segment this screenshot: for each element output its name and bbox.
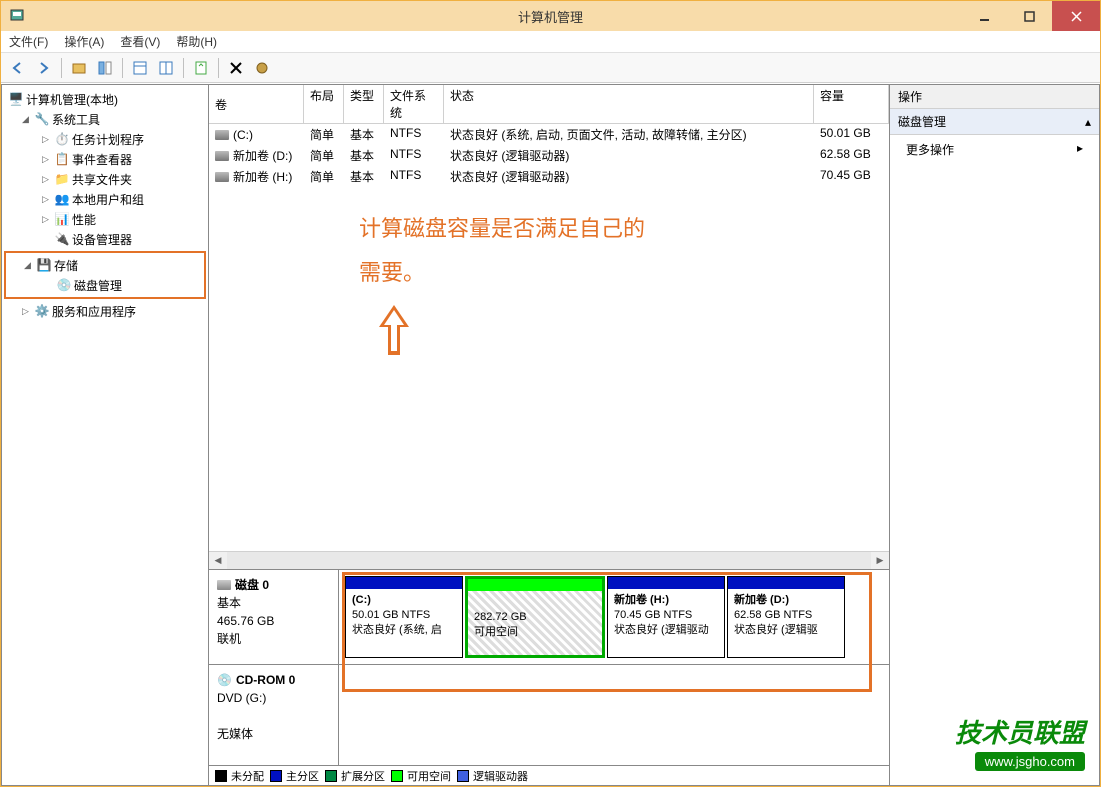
annotation-text: 计算磁盘容量是否满足自己的 需要。 (209, 187, 889, 305)
legend-extended: 扩展分区 (325, 768, 385, 784)
legend-primary: 主分区 (270, 768, 319, 784)
tree-shared[interactable]: ▷📁共享文件夹 (4, 169, 206, 189)
partition-c[interactable]: (C:) 50.01 GB NTFS 状态良好 (系统, 启 (345, 576, 463, 658)
view-button-2[interactable] (155, 57, 177, 79)
disk-icon (217, 580, 231, 590)
horizontal-scrollbar[interactable]: ◀ ▶ (209, 551, 889, 569)
disk-info[interactable]: 磁盘 0 基本 465.76 GB 联机 (209, 570, 339, 664)
partition-header (468, 579, 602, 591)
cdrom-icon: 💿 (217, 671, 232, 689)
col-volume[interactable]: 卷 (209, 85, 304, 123)
watermark-title: 技术员联盟 (955, 713, 1085, 750)
scroll-left-icon[interactable]: ◀ (209, 555, 227, 566)
cdrom-partitions (339, 665, 889, 766)
toolbar-separator (218, 58, 219, 78)
tree-eventviewer[interactable]: ▷📋事件查看器 (4, 149, 206, 169)
tree-systools[interactable]: ◢🔧系统工具 (4, 109, 206, 129)
menu-view[interactable]: 查看(V) (120, 33, 160, 50)
drive-icon (215, 130, 229, 140)
col-capacity[interactable]: 容量 (814, 85, 889, 123)
up-button[interactable] (68, 57, 90, 79)
window-controls (962, 1, 1100, 31)
cdrom-row: 💿CD-ROM 0 DVD (G:) 无媒体 (209, 665, 889, 766)
titlebar: 计算机管理 (1, 1, 1100, 31)
watermark: 技术员联盟 www.jsgho.com (955, 713, 1085, 771)
back-button[interactable] (7, 57, 29, 79)
maximize-button[interactable] (1007, 1, 1052, 31)
partition-d[interactable]: 新加卷 (D:) 62.58 GB NTFS 状态良好 (逻辑驱 (727, 576, 845, 658)
col-filesystem[interactable]: 文件系统 (384, 85, 444, 123)
tree-storage[interactable]: ◢💾存储 (6, 255, 204, 275)
annotation-arrow-icon (379, 305, 409, 355)
collapse-icon: ▴ (1085, 115, 1091, 129)
main-window: 计算机管理 文件(F) 操作(A) 查看(V) 帮助(H) 🖥️计算机管理(本地… (0, 0, 1101, 787)
main-panel: 卷 布局 类型 文件系统 状态 容量 (C:) 简单 基本 NTFS 状态良好 … (209, 84, 1100, 786)
legend-logical: 逻辑驱动器 (457, 768, 528, 784)
disk-partitions: (C:) 50.01 GB NTFS 状态良好 (系统, 启 282.72 GB (339, 570, 889, 664)
scroll-right-icon[interactable]: ▶ (871, 555, 889, 566)
tree-users[interactable]: ▷👥本地用户和组 (4, 189, 206, 209)
refresh-button[interactable] (190, 57, 212, 79)
partition-h[interactable]: 新加卷 (H:) 70.45 GB NTFS 状态良好 (逻辑驱动 (607, 576, 725, 658)
close-button[interactable] (1052, 1, 1100, 31)
tree-storage-highlight: ◢💾存储 💿磁盘管理 (4, 251, 206, 299)
col-type[interactable]: 类型 (344, 85, 384, 123)
menubar: 文件(F) 操作(A) 查看(V) 帮助(H) (1, 31, 1100, 53)
partition-header (346, 577, 462, 589)
settings-button[interactable] (251, 57, 273, 79)
legend: 未分配 主分区 扩展分区 可用空间 逻辑驱动器 (209, 765, 889, 785)
action-more[interactable]: 更多操作 ▸ (890, 135, 1099, 164)
menu-file[interactable]: 文件(F) (9, 33, 48, 50)
window-title: 计算机管理 (518, 7, 583, 26)
volume-row[interactable]: 新加卷 (H:) 简单 基本 NTFS 状态良好 (逻辑驱动器) 70.45 G… (209, 166, 889, 187)
disk-row: 磁盘 0 基本 465.76 GB 联机 (C:) 50.01 GB NTFS (209, 570, 889, 665)
volume-row[interactable]: (C:) 简单 基本 NTFS 状态良好 (系统, 启动, 页面文件, 活动, … (209, 124, 889, 145)
action-panel: 操作 磁盘管理 ▴ 更多操作 ▸ (890, 84, 1100, 786)
action-section[interactable]: 磁盘管理 ▴ (890, 109, 1099, 135)
forward-button[interactable] (33, 57, 55, 79)
toolbar-separator (183, 58, 184, 78)
toolbar-separator (61, 58, 62, 78)
col-status[interactable]: 状态 (444, 85, 814, 123)
toolbar-separator (122, 58, 123, 78)
tree-services[interactable]: ▷⚙️服务和应用程序 (4, 301, 206, 321)
partition-header (728, 577, 844, 589)
delete-button[interactable] (225, 57, 247, 79)
drive-icon (215, 172, 229, 182)
center-panel: 卷 布局 类型 文件系统 状态 容量 (C:) 简单 基本 NTFS 状态良好 … (209, 84, 890, 786)
legend-free: 可用空间 (391, 768, 451, 784)
drive-icon (215, 151, 229, 161)
cdrom-info[interactable]: 💿CD-ROM 0 DVD (G:) 无媒体 (209, 665, 339, 766)
menu-action[interactable]: 操作(A) (64, 33, 104, 50)
tree-root[interactable]: 🖥️计算机管理(本地) (4, 89, 206, 109)
view-button-1[interactable] (129, 57, 151, 79)
volume-header: 卷 布局 类型 文件系统 状态 容量 (209, 85, 889, 124)
partition-header (608, 577, 724, 589)
nav-tree[interactable]: 🖥️计算机管理(本地) ◢🔧系统工具 ▷⏱️任务计划程序 ▷📋事件查看器 ▷📁共… (1, 84, 209, 786)
action-header: 操作 (890, 85, 1099, 109)
tree-devmgr[interactable]: 🔌设备管理器 (4, 229, 206, 249)
chevron-right-icon: ▸ (1077, 141, 1083, 158)
properties-button[interactable] (94, 57, 116, 79)
app-icon (9, 8, 25, 24)
scroll-track[interactable] (227, 552, 871, 569)
menu-help[interactable]: 帮助(H) (176, 33, 217, 50)
tree-scheduler[interactable]: ▷⏱️任务计划程序 (4, 129, 206, 149)
content-area: 🖥️计算机管理(本地) ◢🔧系统工具 ▷⏱️任务计划程序 ▷📋事件查看器 ▷📁共… (1, 83, 1100, 786)
watermark-url: www.jsgho.com (975, 752, 1085, 771)
legend-unallocated: 未分配 (215, 768, 264, 784)
minimize-button[interactable] (962, 1, 1007, 31)
toolbar (1, 53, 1100, 83)
tree-diskmgmt[interactable]: 💿磁盘管理 (6, 275, 204, 295)
volume-row[interactable]: 新加卷 (D:) 简单 基本 NTFS 状态良好 (逻辑驱动器) 62.58 G… (209, 145, 889, 166)
volume-table: 卷 布局 类型 文件系统 状态 容量 (C:) 简单 基本 NTFS 状态良好 … (209, 85, 889, 187)
tree-perf[interactable]: ▷📊性能 (4, 209, 206, 229)
disk-layout-panel: 磁盘 0 基本 465.76 GB 联机 (C:) 50.01 GB NTFS (209, 569, 889, 766)
partition-free[interactable]: 282.72 GB 可用空间 (465, 576, 605, 658)
col-layout[interactable]: 布局 (304, 85, 344, 123)
